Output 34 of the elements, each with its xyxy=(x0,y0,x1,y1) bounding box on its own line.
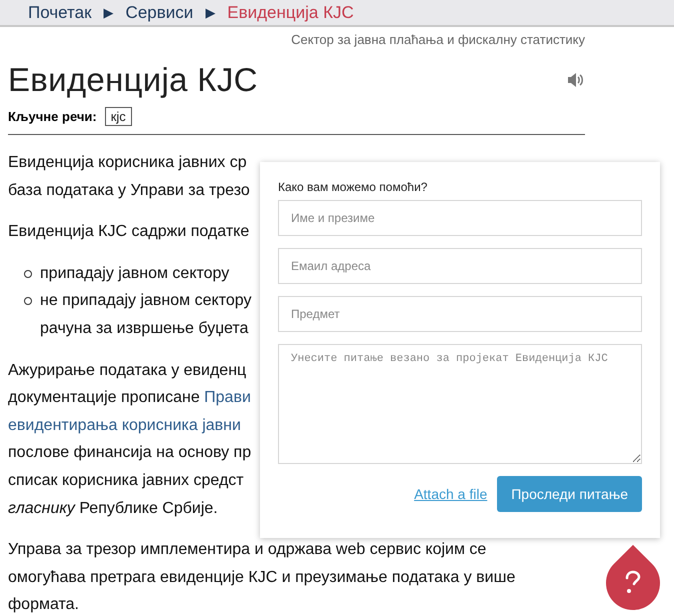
paragraph-text: послове финансија на основу пр xyxy=(8,443,252,464)
paragraph-text: Републике Србије. xyxy=(78,498,218,519)
breadcrumb-link[interactable]: Сервиси xyxy=(126,2,194,22)
sector-name: Сектор за јавна плаћања и фискалну статистику xyxy=(290,32,585,47)
paragraph-text: база података у Управи за трезо xyxy=(8,180,250,201)
paragraph-text: Управа за трезор имплементира и одржава web сервис којим се xyxy=(8,540,486,560)
paragraph-text: документације прописане xyxy=(8,388,201,408)
paragraph-text: Евиденција КЈС садржи податке xyxy=(8,222,250,242)
breadcrumb-separator: ▶ xyxy=(205,5,216,20)
breadcrumb-link[interactable]: Почетак xyxy=(28,2,92,22)
paragraph-text: формата. xyxy=(8,595,79,616)
paragraph-text: списак корисника јавних средст xyxy=(8,470,244,491)
paragraph-text: Ажурирање података у евиденц xyxy=(8,360,246,381)
text-link[interactable]: евидентирања корисника јавни xyxy=(8,412,241,440)
paragraph-text: омогућава претрага евиденције КЈС и преузимање података у више xyxy=(8,568,516,588)
input-field[interactable]: Име и презиме xyxy=(278,200,642,236)
italic-text: гласнику xyxy=(8,498,75,519)
input-field[interactable]: Емаил адреса xyxy=(278,248,642,284)
input-field[interactable]: Предмет xyxy=(278,296,642,332)
bullet-icon xyxy=(24,270,32,278)
paragraph-text: Евиденција корисника јавних ср xyxy=(8,153,247,173)
paragraph-text: припадају јавном сектору xyxy=(40,264,230,284)
text-link[interactable]: Прави xyxy=(204,384,251,412)
page-title: Евиденција КЈС xyxy=(8,61,258,99)
keywords-label: Кључне речи: xyxy=(8,109,97,124)
breadcrumb-separator: ▶ xyxy=(104,5,114,20)
paragraph-text: не припадају јавном сектору xyxy=(40,291,252,312)
breadcrumb-link[interactable]: Евиденција КЈС xyxy=(227,2,354,22)
message-field[interactable]: Унесите питање везано за пројекат Евиденција КЈС xyxy=(278,344,642,464)
bullet-icon xyxy=(24,297,32,306)
paragraph-text: рачуна за извршење буџета xyxy=(40,318,248,339)
form-heading: Како вам можемо помоћи? xyxy=(278,180,428,194)
keyword-tag[interactable]: кјс xyxy=(104,107,132,126)
speaker-icon[interactable] xyxy=(567,72,585,88)
